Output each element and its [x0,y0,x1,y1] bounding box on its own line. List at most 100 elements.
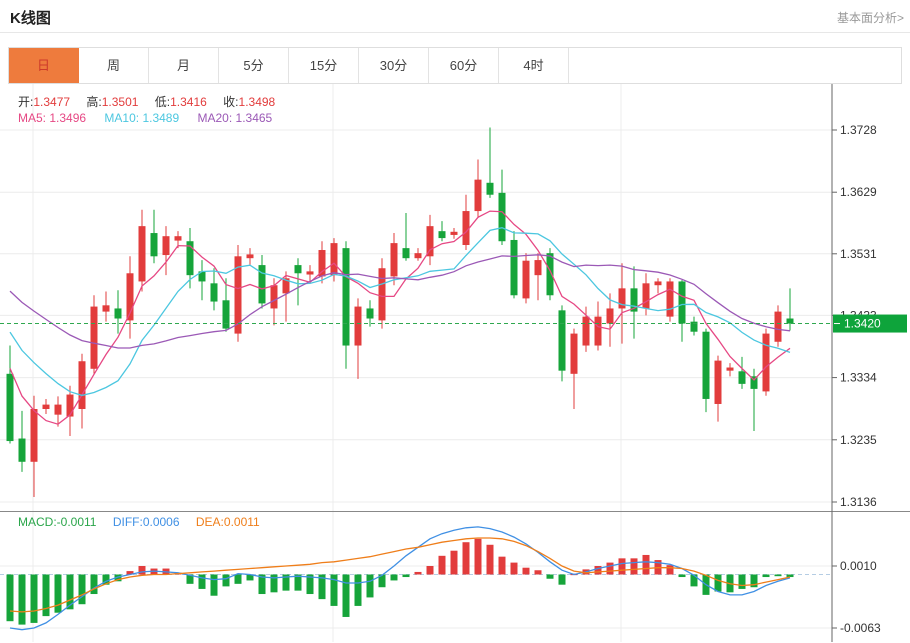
axis-tick-label: 1.3136 [840,495,877,509]
macd-bar [19,574,26,624]
tab-5min[interactable]: 5分 [219,48,289,83]
macd-bar [739,574,746,588]
candle [607,308,614,323]
ohlc-info: 开:1.3477 高:1.3501 低:1.3416 收:1.3498 [18,93,288,110]
close-value: 收:1.3498 [223,95,275,109]
candle [7,374,14,441]
candle [175,236,182,240]
candle [19,439,26,462]
candle [523,261,530,299]
macd-bar [43,574,50,616]
macd-legend: MACD:-0.0011 DIFF:0.0006 DEA:0.0011 [18,515,273,529]
candle [223,300,230,328]
open-value: 开:1.3477 [18,95,70,109]
page-header: K线图 基本面分析> [0,0,910,33]
candle [91,307,98,369]
candle [475,180,482,211]
candle [31,409,38,462]
macd-bar [643,555,650,575]
macd-bar [787,574,794,577]
candle [427,226,434,256]
macd-bar [79,574,86,604]
macd-bar [559,574,566,584]
tab-30min[interactable]: 30分 [359,48,429,83]
candle [367,308,374,318]
fundamental-analysis-link[interactable]: 基本面分析> [837,9,904,26]
macd-bar [595,566,602,574]
ma10-legend: MA10: 1.3489 [104,111,179,125]
candle [331,243,338,275]
macd-bar [631,558,638,574]
ma20-legend: MA20: 1.3465 [197,111,272,125]
macd-bar [667,565,674,574]
diff-value: DIFF:0.0006 [113,515,180,529]
macd-bar [91,574,98,594]
macd-bar [499,557,506,575]
macd-bar [463,542,470,574]
candle [103,305,110,311]
tab-bar-filler [569,48,901,83]
candle [571,334,578,374]
kline-chart[interactable]: 1.37281.36291.35311.34331.33341.32351.31… [0,84,910,642]
candle [559,310,566,370]
macd-bar [343,574,350,616]
axis-tick-label: 1.3629 [840,185,877,199]
axis-labels: 1.37281.36291.35311.34331.33341.32351.31… [832,123,881,635]
macd-bar [403,574,410,577]
candle [703,332,710,399]
candle [583,317,590,346]
macd-bar [439,556,446,575]
tab-60min[interactable]: 60分 [429,48,499,83]
candles-layer [7,127,794,496]
candle [43,405,50,409]
chart-area: 1.37281.36291.35311.34331.33341.32351.31… [0,84,910,642]
candle [739,371,746,384]
macd-bar [139,566,146,574]
candle [379,268,386,320]
current-price-label: 1.3420 [844,317,881,331]
axis-tick-label: 1.3531 [840,247,877,261]
macd-bar [619,558,626,574]
macd-bar [415,572,422,575]
macd-bar [547,574,554,578]
macd-bar [391,574,398,580]
candle [391,243,398,276]
macd-bar [715,574,722,591]
ma5-line [10,211,790,424]
candle [271,285,278,308]
candle [295,265,302,273]
candle [499,193,506,241]
candle [715,361,722,404]
macd-bar [7,574,14,621]
macd-bar [691,574,698,586]
dea-value: DEA:0.0011 [196,515,260,529]
candle [727,368,734,371]
candle [655,281,662,285]
candle [763,334,770,392]
tab-month[interactable]: 月 [149,48,219,83]
candle [151,233,158,256]
tab-week[interactable]: 周 [79,48,149,83]
axis-tick-label: 0.0010 [840,559,877,573]
candle [415,253,422,258]
macd-bar [487,545,494,575]
current-price-badge: 1.3420 [833,315,907,333]
candle [595,317,602,346]
tab-15min[interactable]: 15分 [289,48,359,83]
ma-legend: MA5: 1.3496 MA10: 1.3489 MA20: 1.3465 [18,111,287,125]
macd-bar [211,574,218,595]
candle [355,307,362,346]
ma5-legend: MA5: 1.3496 [18,111,86,125]
candle [403,248,410,258]
macd-bar [607,563,614,575]
axis-tick-label: 1.3235 [840,433,877,447]
tab-day[interactable]: 日 [9,48,79,83]
macd-bar [451,551,458,575]
macd-bar [199,574,206,588]
macd-value: MACD:-0.0011 [18,515,96,529]
low-value: 低:1.3416 [155,95,207,109]
tab-4hour[interactable]: 4时 [499,48,569,83]
candle [307,271,314,274]
macd-bar [523,568,530,575]
candle [139,226,146,281]
